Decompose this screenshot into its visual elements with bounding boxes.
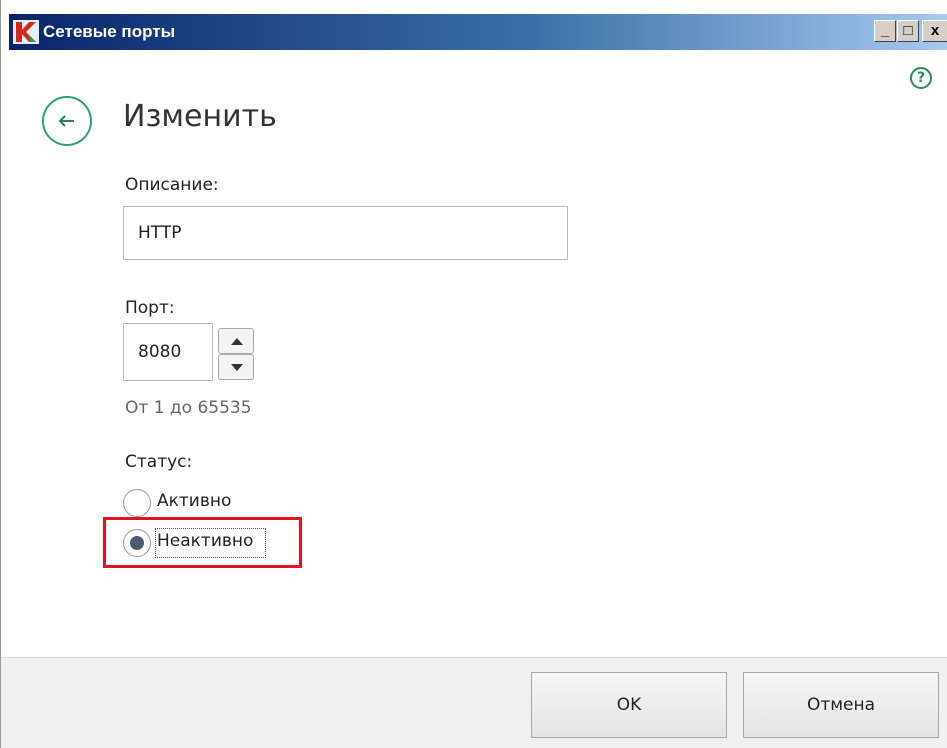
help-icon[interactable]: ?	[910, 67, 932, 89]
highlight-box	[103, 517, 302, 568]
radio-active[interactable]	[123, 489, 151, 517]
cancel-button[interactable]: Отмена	[743, 672, 939, 738]
decrement-button[interactable]	[218, 354, 254, 380]
description-label: Описание:	[125, 175, 219, 195]
kaspersky-logo-icon	[13, 20, 39, 44]
maximize-button[interactable]: □	[897, 20, 919, 42]
ok-button[interactable]: OK	[531, 672, 727, 738]
status-label: Статус:	[125, 452, 193, 472]
arrow-down-icon	[231, 364, 243, 371]
minimize-button[interactable]: _	[874, 20, 896, 42]
increment-button[interactable]	[218, 328, 254, 354]
dialog-window: Сетевые порты _ □ x ? Изменить Описание:…	[0, 0, 947, 748]
description-input[interactable]: HTTP	[123, 206, 568, 260]
page-title: Изменить	[123, 99, 277, 134]
window-title: Сетевые порты	[43, 22, 176, 41]
arrow-left-icon	[58, 115, 74, 127]
close-button[interactable]: x	[922, 20, 947, 42]
port-stepper[interactable]	[218, 328, 254, 380]
title-bar[interactable]: Сетевые порты _ □ x	[9, 14, 947, 50]
arrow-up-icon	[231, 338, 243, 345]
port-range-hint: От 1 до 65535	[125, 398, 252, 418]
port-label: Порт:	[125, 298, 175, 318]
port-input[interactable]: 8080	[123, 323, 213, 381]
back-button[interactable]	[42, 96, 92, 146]
radio-active-label[interactable]: Активно	[157, 491, 231, 511]
